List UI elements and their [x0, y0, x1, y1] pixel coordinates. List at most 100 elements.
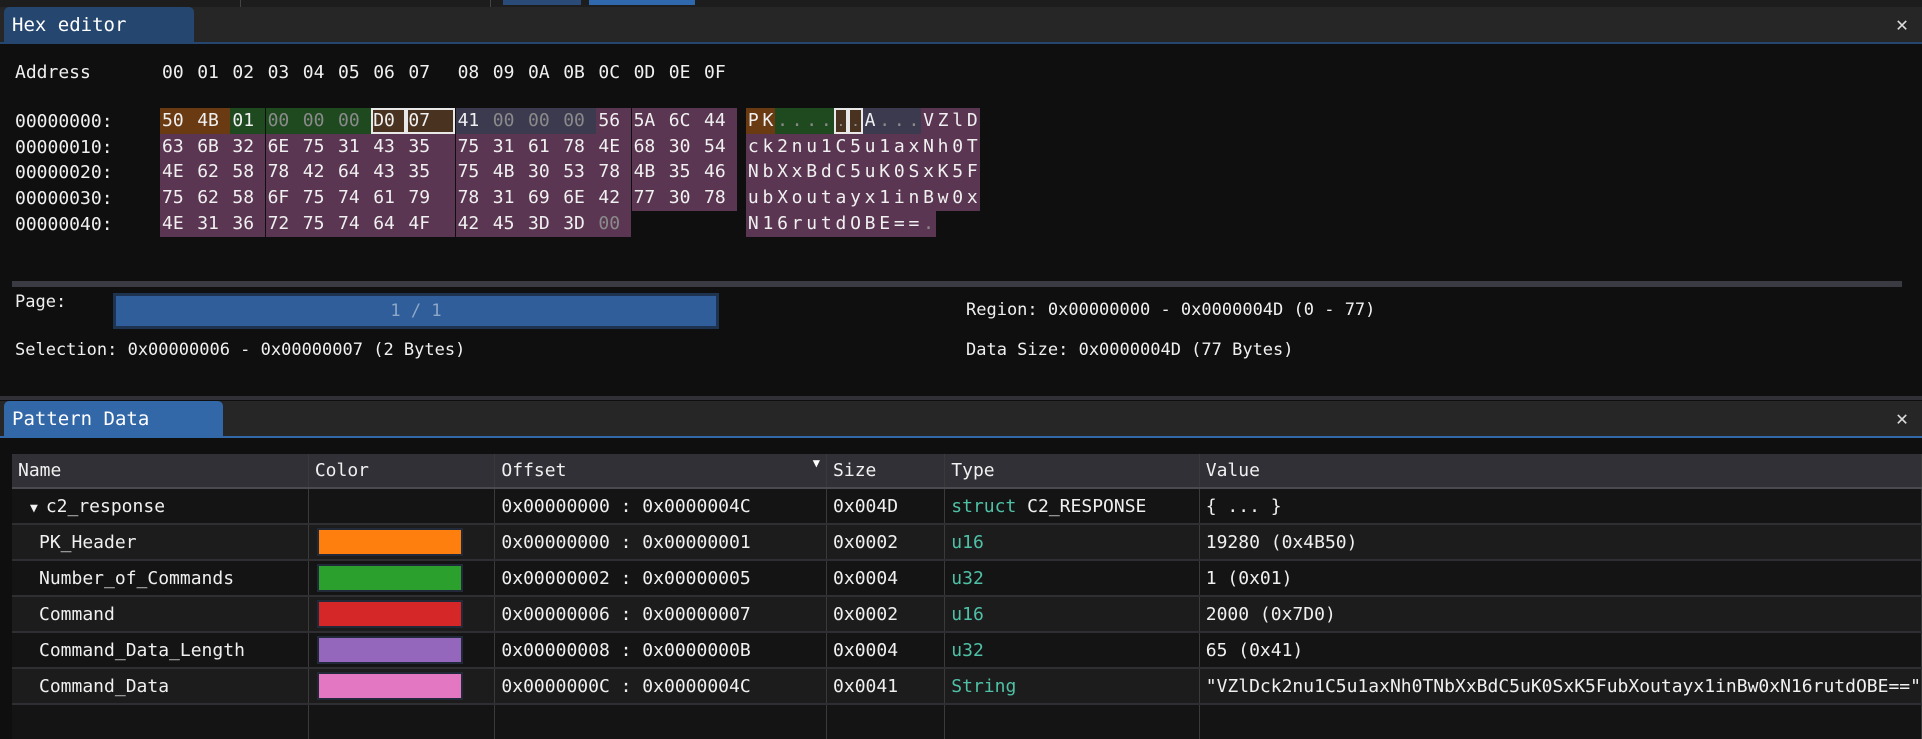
cell-name[interactable]: Command_Data — [12, 668, 309, 704]
hex-byte[interactable]: 3D — [526, 210, 561, 237]
ascii-char[interactable]: r — [789, 210, 805, 237]
hex-byte[interactable]: 75 — [300, 210, 336, 237]
ascii-char[interactable]: u — [746, 185, 761, 212]
ascii-char[interactable]: h — [935, 133, 951, 160]
ascii-char[interactable]: = — [892, 210, 907, 237]
hex-byte[interactable]: 6E — [265, 133, 301, 160]
column-name[interactable]: Name — [12, 454, 309, 489]
hex-byte[interactable]: 44 — [702, 108, 737, 134]
hex-byte[interactable]: 6E — [561, 185, 597, 212]
ascii-char[interactable]: 5 — [848, 159, 863, 186]
hex-byte[interactable]: 41 — [455, 108, 491, 134]
ascii-char[interactable]: X — [775, 185, 790, 212]
ascii-char[interactable]: N — [746, 159, 761, 186]
column-size[interactable]: Size — [826, 454, 946, 489]
hex-byte[interactable]: 5A — [631, 108, 667, 134]
tab-pattern-data[interactable]: Pattern Data — [4, 401, 223, 437]
hex-byte[interactable]: 42 — [596, 185, 632, 212]
hex-byte[interactable]: 00 — [265, 108, 301, 134]
ascii-char[interactable]: B — [862, 210, 878, 237]
ascii-char[interactable]: n — [789, 133, 805, 160]
ascii-char[interactable]: F — [965, 159, 980, 186]
hex-byte[interactable]: 54 — [702, 133, 737, 160]
hex-byte[interactable]: 42 — [455, 210, 491, 237]
column-color[interactable]: Color — [308, 454, 496, 489]
hex-byte[interactable]: 6B — [195, 133, 231, 160]
expand-triangle-icon[interactable]: ▼ — [30, 501, 38, 516]
hex-byte[interactable]: 00 — [336, 108, 371, 134]
ascii-char[interactable]: . — [906, 108, 922, 134]
hex-byte[interactable]: 74 — [336, 210, 371, 237]
ascii-char[interactable]: u — [804, 133, 819, 160]
hex-byte[interactable]: 43 — [371, 133, 407, 160]
table-row[interactable]: PK_Header 0x00000000 : 0x00000001 0x0002 u1… — [12, 524, 1922, 560]
ascii-char[interactable]: l — [950, 108, 965, 134]
cell-name[interactable]: PK_Header — [12, 524, 309, 560]
ascii-char[interactable]: B — [921, 185, 936, 212]
hex-byte[interactable]: 45 — [490, 210, 526, 237]
hex-byte[interactable]: 4B — [490, 159, 526, 186]
hex-byte[interactable]: 62 — [195, 159, 231, 186]
hex-byte[interactable]: 6F — [265, 185, 301, 212]
table-row[interactable]: ▼ c2_response 0x00000000 : 0x0000004C 0x004… — [12, 488, 1922, 524]
hex-byte[interactable]: 61 — [526, 133, 561, 160]
ascii-char[interactable]: . — [877, 108, 892, 134]
hex-byte[interactable]: 62 — [195, 185, 231, 212]
hex-byte[interactable]: 75 — [455, 133, 491, 160]
ascii-char[interactable]: x — [921, 159, 936, 186]
ascii-char[interactable]: 1 — [877, 185, 892, 212]
ascii-char[interactable]: K — [877, 159, 892, 186]
hex-byte[interactable]: 3D — [561, 210, 597, 237]
ascii-char[interactable]: y — [848, 185, 863, 212]
ascii-char[interactable]: o — [789, 185, 805, 212]
hex-byte[interactable]: 00 — [561, 108, 597, 134]
ascii-char[interactable]: . — [775, 108, 790, 134]
hex-byte[interactable]: 4E — [596, 133, 632, 160]
ascii-char[interactable]: B — [804, 159, 819, 186]
ascii-char[interactable]: t — [819, 210, 834, 237]
ascii-char[interactable]: b — [760, 159, 776, 186]
table-row[interactable]: Command 0x00000006 : 0x00000007 0x0002 u16 … — [12, 596, 1922, 632]
hex-byte[interactable]: 36 — [230, 210, 266, 237]
hex-byte[interactable]: 50 — [160, 108, 195, 134]
column-offset[interactable]: Offset ▼ — [494, 454, 828, 489]
hex-byte[interactable]: 31 — [336, 133, 371, 160]
ascii-char[interactable]: C — [833, 159, 849, 186]
column-value[interactable]: Value — [1199, 454, 1922, 489]
hex-byte[interactable]: 4E — [160, 210, 195, 237]
cell-name[interactable]: Command_Data_Length — [12, 632, 309, 668]
hex-byte[interactable]: 63 — [160, 133, 195, 160]
ascii-char[interactable]: . — [921, 210, 936, 237]
ascii-char[interactable]: a — [892, 133, 907, 160]
ascii-char[interactable]: 5 — [950, 159, 965, 186]
hex-byte[interactable]: 61 — [371, 185, 407, 212]
ascii-char[interactable]: T — [965, 133, 980, 160]
hex-byte[interactable]: 75 — [300, 185, 336, 212]
ascii-char[interactable]: 2 — [775, 133, 790, 160]
ascii-char[interactable]: k — [760, 133, 776, 160]
ascii-char[interactable]: A — [862, 108, 878, 134]
hex-byte[interactable]: 64 — [371, 210, 407, 237]
ascii-char[interactable]: 5 — [848, 133, 863, 160]
hex-byte[interactable]: 74 — [336, 185, 371, 212]
hex-byte[interactable]: 68 — [631, 133, 667, 160]
ascii-char[interactable]: 6 — [775, 210, 790, 237]
ascii-char[interactable]: O — [848, 210, 863, 237]
hex-byte[interactable]: 75 — [300, 133, 336, 160]
ascii-char[interactable]: K — [935, 159, 951, 186]
ascii-char[interactable]: C — [833, 133, 849, 160]
hex-byte[interactable]: 00 — [526, 108, 561, 134]
hex-byte[interactable]: 4F — [406, 210, 456, 237]
hex-byte[interactable]: D0 — [371, 108, 407, 134]
ascii-char[interactable]: u — [862, 133, 878, 160]
hex-byte[interactable]: 79 — [406, 185, 456, 212]
hex-byte[interactable]: 42 — [300, 159, 336, 186]
ascii-char[interactable]: V — [921, 108, 936, 134]
ascii-char[interactable]: . — [789, 108, 805, 134]
hex-byte[interactable]: 35 — [666, 159, 702, 186]
ascii-char[interactable]: 1 — [877, 133, 892, 160]
table-row[interactable]: Number_of_Commands 0x00000002 : 0x0000000… — [12, 560, 1922, 596]
hex-byte[interactable]: 07 — [406, 108, 456, 134]
hex-byte[interactable]: 31 — [490, 133, 526, 160]
ascii-char[interactable]: 0 — [892, 159, 907, 186]
